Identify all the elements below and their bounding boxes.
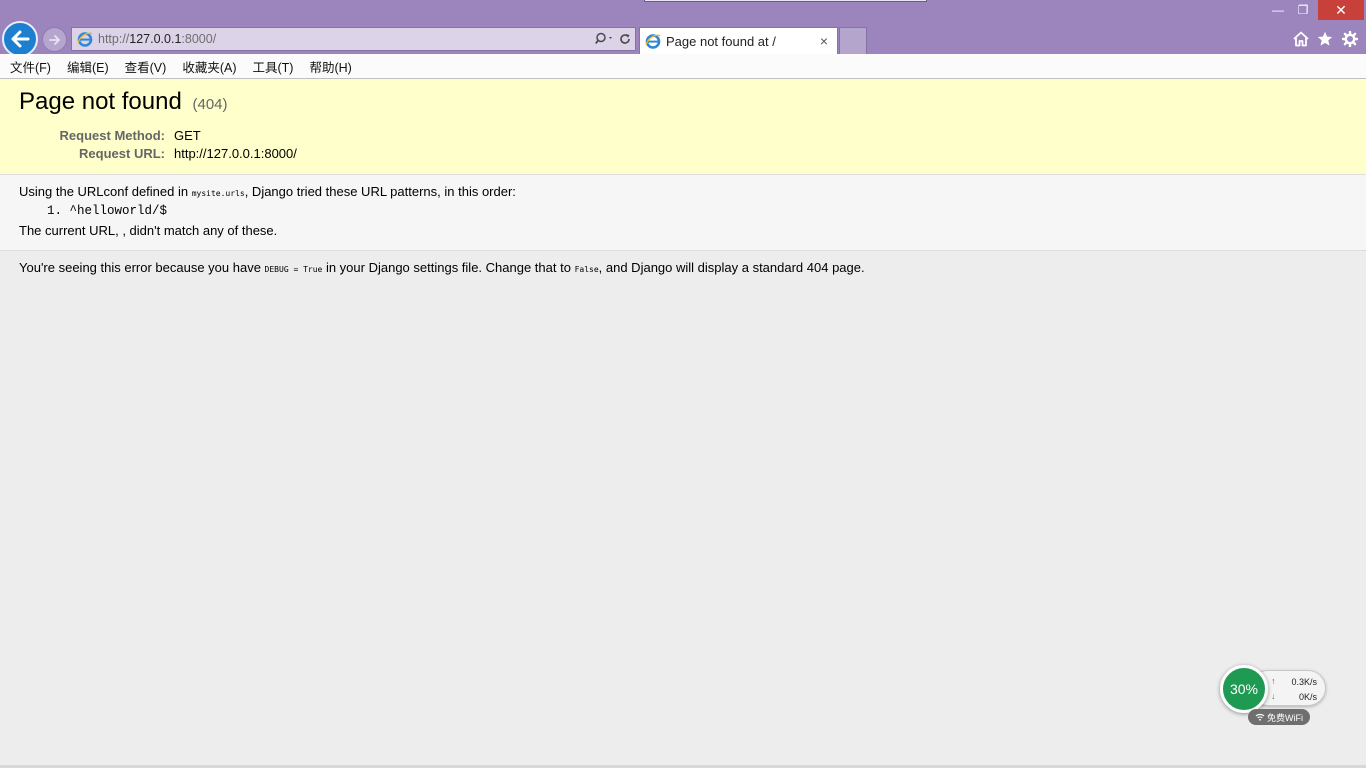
browser-titlebar: http://127.0.0.1:8000/ Page not found at… [0,0,1366,57]
explanation-middle: in your Django settings file. Change tha… [322,260,575,275]
url-port-path: :8000/ [181,32,217,46]
upload-speed: 0.3K/s [1291,677,1317,687]
error-info: Using the URLconf defined in mysite.urls… [0,175,1366,251]
debug-code: DEBUG = True [264,265,323,274]
tab-favicon-icon [645,34,661,49]
request-url-value: http://127.0.0.1:8000/ [174,145,297,161]
wifi-label: 免费WiFi [1267,712,1303,723]
no-match-line: The current URL, , didn't match any of t… [19,223,278,238]
home-button[interactable] [1291,29,1311,49]
back-button[interactable] [2,21,38,57]
gear-icon [1342,31,1358,47]
error-summary: Page not found (404) Request Method: GET… [0,79,1366,175]
wifi-icon [1255,713,1265,721]
address-bar[interactable]: http://127.0.0.1:8000/ [71,27,636,51]
request-meta-table: Request Method: GET Request URL: http://… [19,126,1347,162]
menu-tools[interactable]: 工具(T) [246,57,299,76]
status-code: (404) [192,96,228,113]
window-title-strip [644,0,927,2]
refresh-icon [620,34,630,44]
pattern-number: 1. [47,204,63,218]
free-wifi-button[interactable]: 免费WiFi [1248,709,1310,725]
pattern-text: ^helloworld/$ [69,204,168,218]
error-explanation: You're seeing this error because you hav… [0,251,1366,284]
request-method-value: GET [174,127,201,143]
request-url-row: Request URL: http://127.0.0.1:8000/ [19,144,1347,162]
false-code: False [574,265,599,274]
settings-button[interactable] [1340,29,1360,49]
menu-bar: 文件(F) 编辑(E) 查看(V) 收藏夹(A) 工具(T) 帮助(H) [0,54,1366,79]
home-icon [1293,31,1309,47]
tab-close-button[interactable]: × [815,32,833,50]
url-pattern-list: 1. ^helloworld/$ [47,204,1347,218]
arrow-left-icon [11,30,30,48]
network-speed-widget[interactable]: ↑ 0.3K/s ↓ 0K/s 30% 免费WiFi [1220,665,1330,729]
refresh-button[interactable] [615,29,635,49]
explanation-prefix: You're seeing this error because you hav… [19,260,265,275]
url-host: 127.0.0.1 [129,32,182,46]
urlconf-line: Using the URLconf defined in mysite.urls… [19,184,1347,199]
star-icon [1317,31,1333,46]
explanation-suffix: , and Django will display a standard 404… [598,260,865,275]
menu-favorites[interactable]: 收藏夹(A) [176,57,242,76]
menu-help[interactable]: 帮助(H) [303,57,357,76]
download-speed: 0K/s [1298,692,1317,702]
urlconf-suffix: , Django tried these URL patterns, in th… [244,184,516,199]
search-icon [595,32,612,45]
maximize-button[interactable]: ❐ [1291,0,1315,20]
download-arrow-icon: ↓ [1271,691,1276,701]
usage-percent-badge[interactable]: 30% [1220,665,1268,713]
url-scheme: http:// [98,32,130,46]
urlconf-code: mysite.urls [191,189,245,198]
urlconf-prefix: Using the URLconf defined in [19,184,192,199]
ie-logo-icon [77,32,93,47]
explanation-line: You're seeing this error because you hav… [19,260,1347,275]
favorites-button[interactable] [1315,29,1335,49]
arrow-right-icon [48,34,60,45]
minimize-button[interactable]: — [1266,0,1290,20]
page-title-text: Page not found [19,88,182,115]
page-title: Page not found (404) [19,88,1347,116]
menu-view[interactable]: 查看(V) [119,57,173,76]
request-method-row: Request Method: GET [19,126,1347,144]
request-url-label: Request URL: [79,145,165,161]
upload-arrow-icon: ↑ [1271,676,1276,686]
forward-button[interactable] [42,27,67,52]
close-window-button[interactable]: ✕ [1318,0,1364,20]
tab-title: Page not found at / [666,33,776,49]
list-item: 1. ^helloworld/$ [47,204,1347,218]
tab-active[interactable]: Page not found at / × [639,27,838,54]
new-tab-button[interactable] [839,27,867,54]
request-method-label: Request Method: [59,127,165,143]
page-content: Page not found (404) Request Method: GET… [0,79,1366,768]
menu-edit[interactable]: 编辑(E) [61,57,115,76]
address-url[interactable]: http://127.0.0.1:8000/ [98,32,595,46]
menu-file[interactable]: 文件(F) [4,57,57,76]
search-button[interactable] [595,29,615,49]
